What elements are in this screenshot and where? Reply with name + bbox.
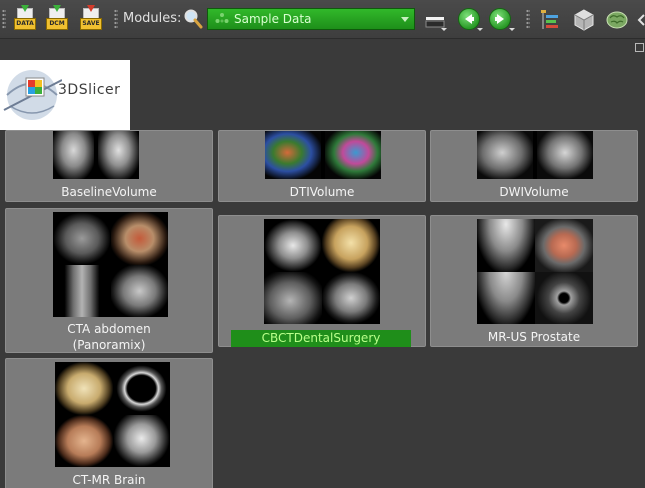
- sample-thumbnail: [265, 131, 381, 179]
- chevron-down-icon: [477, 28, 483, 31]
- toolbar-grip[interactable]: [114, 9, 118, 29]
- load-data-icon: DATA: [14, 5, 36, 30]
- sample-label: CTA abdomen: [67, 322, 151, 336]
- sample-thumbnail: [477, 131, 593, 179]
- sample-thumbnail: [477, 219, 593, 324]
- sample-tile-ct-mr-brain[interactable]: CT-MR Brain: [5, 358, 213, 488]
- modules-label: Modules:: [123, 11, 182, 26]
- sample-thumbnail: [264, 219, 380, 324]
- sample-label: BaselineVolume: [61, 185, 157, 199]
- module-selector-value: Sample Data: [234, 12, 312, 26]
- slicer-logo-icon: [3, 70, 62, 120]
- arrow-left-icon: [465, 14, 474, 24]
- module-icon: [215, 13, 229, 23]
- sample-label: DTIVolume: [289, 185, 355, 199]
- sample-tile-dtivolume[interactable]: DTIVolume: [218, 130, 426, 202]
- history-icon: [425, 17, 445, 28]
- sample-tile-cbctdentalsurgery[interactable]: CBCTDentalSurgery: [218, 215, 426, 347]
- sample-thumbnail: [53, 131, 139, 179]
- sample-tile-cta-abdomen[interactable]: CTA abdomen (Panoramix): [5, 208, 213, 353]
- chevron-down-icon: [441, 28, 447, 31]
- load-dicom-button[interactable]: DCM: [42, 5, 68, 33]
- dicom-icon: DCM: [46, 5, 68, 30]
- sample-tile-dwivolume[interactable]: DWIVolume: [430, 130, 638, 202]
- load-data-button[interactable]: DATA: [10, 5, 36, 33]
- module-history-button[interactable]: [425, 13, 445, 28]
- save-icon: SAVE: [80, 5, 102, 30]
- chevron-down-icon: [509, 28, 515, 31]
- cube-icon: [574, 9, 594, 31]
- arrow-right-icon: [495, 14, 504, 24]
- save-button[interactable]: SAVE: [76, 5, 102, 33]
- previous-module-button[interactable]: [458, 8, 480, 30]
- main-toolbar: DATA DCM SAVE Modules: Sample Data: [0, 0, 645, 39]
- module-search-button[interactable]: [182, 8, 204, 30]
- sample-sublabel: (Panoramix): [72, 338, 146, 352]
- models-module-button[interactable]: [571, 7, 597, 33]
- sample-label: CT-MR Brain: [72, 473, 146, 487]
- brain-icon: [606, 11, 628, 29]
- slicer-window: DATA DCM SAVE Modules: Sample Data 3DSli…: [0, 0, 645, 488]
- search-icon: [184, 9, 203, 29]
- sample-thumbnail: [53, 212, 168, 317]
- sample-thumbnail: [55, 362, 170, 467]
- sample-label: MR-US Prostate: [487, 330, 581, 344]
- sample-label: DWIVolume: [499, 185, 569, 199]
- logo-text: 3DSlicer: [58, 82, 121, 98]
- slicer-logo: 3DSlicer: [0, 60, 130, 130]
- sample-label-selected: CBCTDentalSurgery: [231, 330, 411, 347]
- toolbar-grip[interactable]: [2, 9, 6, 29]
- module-selector[interactable]: Sample Data: [207, 8, 415, 30]
- chevron-left-icon: [637, 14, 645, 26]
- undock-panel-icon[interactable]: [635, 43, 644, 52]
- data-module-button[interactable]: [538, 7, 564, 33]
- tree-hierarchy-icon: [541, 10, 558, 29]
- chevron-down-icon: [401, 17, 409, 22]
- sample-tile-baselinevolume[interactable]: BaselineVolume: [5, 130, 213, 202]
- segment-editor-button[interactable]: [604, 7, 630, 33]
- toolbar-grip[interactable]: [526, 9, 530, 29]
- toolbar-overflow-button[interactable]: [636, 7, 645, 33]
- sample-tile-mr-us-prostate[interactable]: MR-US Prostate: [430, 215, 638, 347]
- next-module-button[interactable]: [489, 8, 511, 30]
